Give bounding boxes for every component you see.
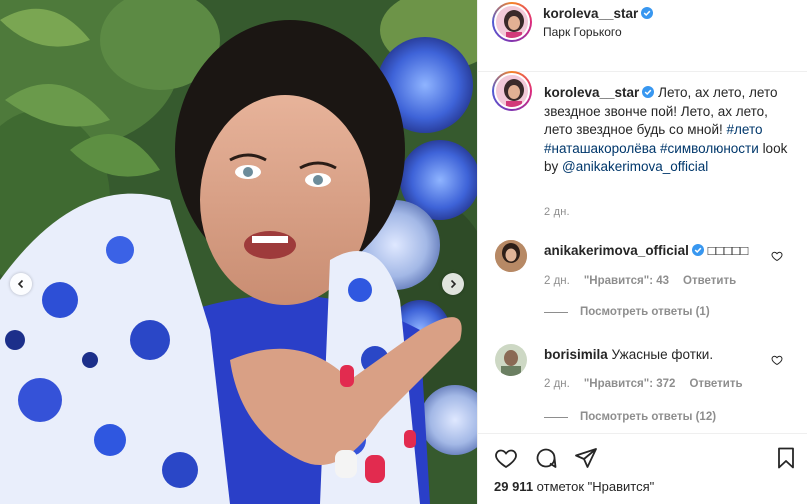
- comment-likes[interactable]: "Нравится": 43: [584, 275, 669, 287]
- avatar-image: [496, 75, 528, 107]
- post-location[interactable]: Парк Горького: [543, 25, 622, 39]
- post-caption: koroleva__star Лето, ах лето, лето звезд…: [544, 84, 789, 177]
- bookmark-icon[interactable]: [774, 446, 798, 470]
- heart-icon[interactable]: [494, 446, 518, 470]
- caption-username[interactable]: koroleva__star: [544, 85, 639, 100]
- comment: borisimila Ужасные фотки.: [544, 346, 774, 364]
- view-replies-label: Посмотреть ответы (1): [580, 306, 710, 318]
- verified-badge-icon: [641, 7, 654, 19]
- comment-likes[interactable]: "Нравится": 372: [584, 378, 676, 390]
- reply-button[interactable]: Ответить: [683, 275, 736, 287]
- verified-badge-icon: [642, 86, 655, 98]
- comment-like-heart-icon[interactable]: [771, 354, 783, 366]
- post-media[interactable]: [0, 0, 477, 504]
- commenter-avatar[interactable]: [495, 344, 527, 376]
- comment-meta: 2 дн. "Нравится": 372 Ответить: [544, 378, 743, 390]
- comment-username[interactable]: borisimila: [544, 347, 608, 362]
- comment-text: □□□□□: [707, 243, 749, 258]
- author-avatar[interactable]: [492, 2, 532, 42]
- chevron-right-icon: [450, 279, 457, 289]
- avatar-image: [496, 6, 528, 38]
- likes-number: 29 911: [494, 479, 534, 494]
- avatar-image: [495, 344, 527, 376]
- post-header: koroleva__star Парк Горького: [478, 0, 807, 72]
- comment-username[interactable]: anikakerimova_official: [544, 243, 689, 258]
- replies-divider: [544, 416, 568, 418]
- caption-time[interactable]: 2 дн.: [544, 206, 570, 218]
- comment-meta: 2 дн. "Нравится": 43 Ответить: [544, 275, 736, 287]
- view-replies-button[interactable]: Посмотреть ответы (1): [544, 306, 710, 318]
- comment: anikakerimova_official □□□□□: [544, 242, 774, 260]
- chevron-left-icon: [17, 279, 24, 289]
- likes-count[interactable]: 29 911 отметок "Нравится": [494, 479, 654, 494]
- share-icon[interactable]: [574, 446, 598, 470]
- reply-button[interactable]: Ответить: [689, 378, 742, 390]
- verified-badge-icon: [691, 244, 704, 256]
- post-side-panel: koroleva__star Парк Горького koroleva__s…: [477, 0, 807, 504]
- post-photo: [0, 0, 477, 504]
- comment-like-heart-icon[interactable]: [771, 250, 783, 262]
- author-username[interactable]: koroleva__star: [543, 6, 638, 21]
- comment-time[interactable]: 2 дн.: [544, 378, 570, 390]
- hashtag-link[interactable]: #символюности: [660, 141, 759, 156]
- view-replies-button[interactable]: Посмотреть ответы (12): [544, 411, 716, 423]
- caption-author-avatar[interactable]: [492, 71, 532, 111]
- hashtag-link[interactable]: #наташакоролёва: [544, 141, 656, 156]
- replies-divider: [544, 311, 568, 313]
- commenter-avatar[interactable]: [495, 240, 527, 272]
- view-replies-label: Посмотреть ответы (12): [580, 411, 717, 423]
- instagram-post: koroleva__star Парк Горького koroleva__s…: [0, 0, 807, 504]
- comment-icon[interactable]: [534, 446, 558, 470]
- comment-time[interactable]: 2 дн.: [544, 275, 570, 287]
- previous-slide-button[interactable]: [10, 273, 32, 295]
- avatar-image: [495, 240, 527, 272]
- hashtag-link[interactable]: #лето: [727, 122, 763, 137]
- comment-text: Ужасные фотки.: [611, 347, 714, 362]
- likes-suffix: отметок "Нравится": [536, 479, 655, 494]
- post-actions: [478, 433, 807, 469]
- next-slide-button[interactable]: [442, 273, 464, 295]
- mention-link[interactable]: @anikakerimova_official: [562, 159, 708, 174]
